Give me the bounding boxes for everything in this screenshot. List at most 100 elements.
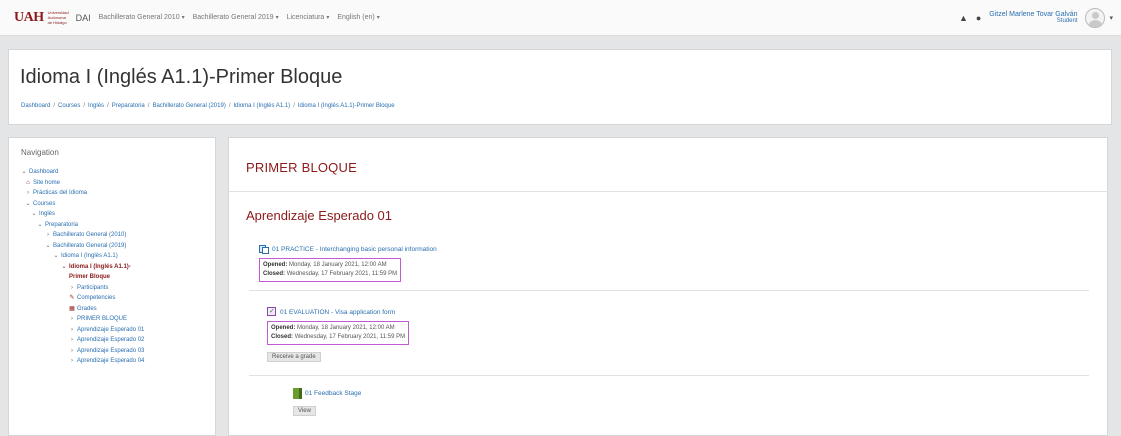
nav-label: Aprendizaje Esperado 02 <box>77 337 145 343</box>
breadcrumb-preparatoria[interactable]: Preparatoria <box>112 103 145 109</box>
breadcrumb-separator: / <box>147 103 150 109</box>
nav-label: Courses <box>33 200 56 207</box>
nav-label: Inglés <box>39 211 56 217</box>
chevron-right-icon: › <box>47 232 49 238</box>
menu-licenciatura[interactable]: Licenciatura ▾ <box>287 14 330 21</box>
menu-language[interactable]: English (en) ▾ <box>337 14 379 21</box>
page-header: Idioma I (Inglés A1.1)-Primer Bloque Das… <box>8 49 1112 125</box>
activity-evaluation-link[interactable]: ✓ 01 EVALUATION - Visa application form <box>267 307 409 317</box>
activity-feedback: 01 Feedback Stage View <box>293 388 361 417</box>
chevron-down-icon: ⌄ <box>31 211 37 217</box>
user-name: Gitzel Marlene Tovar Galván <box>989 11 1078 18</box>
university-logo[interactable]: UAH <box>14 10 44 26</box>
site-name[interactable]: DAI <box>76 13 91 23</box>
chevron-down-icon: ⌄ <box>45 242 51 249</box>
opened-label: Opened: <box>263 262 288 268</box>
nav-label: Dashboard <box>29 169 59 175</box>
activity-practice-link[interactable]: 01 PRACTICE - Interchanging basic person… <box>259 244 437 254</box>
nav-label: Preparatoria <box>45 221 79 228</box>
opened-date-row: Opened: Monday, 18 January 2021, 12:00 A… <box>271 324 405 333</box>
caret-down-icon: ▾ <box>326 15 330 21</box>
opened-date-row: Opened: Monday, 18 January 2021, 12:00 A… <box>263 261 397 270</box>
chevron-down-icon: ⌄ <box>53 253 59 259</box>
caret-down-icon: ▾ <box>181 15 185 21</box>
nav-label: Idioma I (Inglés A1.1)- <box>69 263 131 270</box>
nav-item-idioma[interactable]: ⌄ Idioma I (Inglés A1.1) <box>21 251 144 262</box>
nav-item-participants[interactable]: › Participants <box>21 283 144 294</box>
activity-title: 01 EVALUATION - Visa application form <box>280 308 396 316</box>
nav-item-practicas[interactable]: › Prácticas del Idioma <box>21 188 144 199</box>
user-role: Student <box>1056 18 1078 24</box>
receive-grade-button[interactable]: Receive a grade <box>267 352 321 362</box>
nav-label: Participants <box>77 284 109 291</box>
breadcrumb-dashboard[interactable]: Dashboard <box>21 103 50 109</box>
book-icon <box>293 388 302 399</box>
closed-label: Closed: <box>271 334 294 340</box>
nav-item-bachillerato-2019[interactable]: ⌄ Bachillerato General (2019) <box>21 241 144 252</box>
activity-evaluation: ✓ 01 EVALUATION - Visa application form … <box>267 307 410 363</box>
course-content: PRIMER BLOQUE Aprendizaje Esperado 01 01… <box>228 137 1109 436</box>
nav-item-competencies[interactable]: ✎ Competencies <box>21 293 144 304</box>
breadcrumb-courses[interactable]: Courses <box>58 103 80 109</box>
closed-value: Wednesday, 17 February 2021, 11:59 PM <box>294 334 406 340</box>
menu-bachillerato-2019[interactable]: Bachillerato General 2019 ▾ <box>193 14 279 21</box>
brand[interactable]: UAH Universidad Autónoma de Hidalgo DAI <box>14 10 91 26</box>
user-menu[interactable]: Gitzel Marlene Tovar Galván Student <box>989 11 1077 24</box>
opened-value: Monday, 18 January 2021, 12:00 AM <box>297 325 395 331</box>
nav-label: Site home <box>33 179 61 186</box>
nav-label: Idioma I (Inglés A1.1) <box>61 253 118 259</box>
notifications-icon[interactable]: ▲ <box>959 13 968 23</box>
nav-label: Primer Bloque <box>69 274 111 280</box>
chevron-right-icon: › <box>71 347 73 354</box>
nav-item-bachillerato-2010[interactable]: › Bachillerato General (2010) <box>21 230 144 241</box>
opened-value: Monday, 18 January 2021, 12:00 AM <box>289 262 387 268</box>
nav-item-primer-bloque[interactable]: › PRIMER BLOQUE <box>21 314 144 325</box>
nav-item-dashboard[interactable]: ⌄ Dashboard <box>21 167 144 178</box>
chevron-down-icon: ⌄ <box>25 200 31 207</box>
activity-dates-box: Opened: Monday, 18 January 2021, 12:00 A… <box>267 321 410 345</box>
activity-feedback-link[interactable]: 01 Feedback Stage <box>293 388 361 399</box>
nav-item-aprendizaje-03[interactable]: › Aprendizaje Esperado 03 <box>21 346 144 357</box>
menu-bachillerato-2010[interactable]: Bachillerato General 2010 ▾ <box>99 14 185 21</box>
assignment-icon <box>259 244 269 254</box>
nav-item-preparatoria[interactable]: ⌄ Preparatoria <box>21 220 144 231</box>
quiz-icon-check: ✓ <box>269 308 275 315</box>
chevron-right-icon: › <box>27 190 29 196</box>
breadcrumb-ingles[interactable]: Inglés <box>88 103 104 109</box>
nav-item-grades[interactable]: ▦ Grades <box>21 304 144 315</box>
nav-item-current-course-cont[interactable]: Primer Bloque <box>21 272 144 283</box>
menu-label: English (en) <box>337 14 375 21</box>
chevron-down-icon: ⌄ <box>61 263 67 270</box>
closed-date-row: Closed: Wednesday, 17 February 2021, 11:… <box>263 270 397 279</box>
avatar-head <box>1092 11 1100 19</box>
navigation-block: Navigation ⌄ Dashboard ⌂ Site home › Prácti… <box>8 137 216 436</box>
nav-item-aprendizaje-01[interactable]: › Aprendizaje Esperado 01 <box>21 325 144 336</box>
view-button[interactable]: View <box>293 406 316 416</box>
avatar[interactable] <box>1085 7 1106 28</box>
top-navbar: UAH Universidad Autónoma de Hidalgo DAI … <box>0 0 1121 36</box>
nav-item-ingles[interactable]: ⌄ Inglés <box>21 209 144 220</box>
menu-label: Bachillerato General 2010 <box>98 14 180 21</box>
nav-item-courses[interactable]: ⌄ Courses <box>21 199 144 210</box>
messages-icon[interactable]: ● <box>976 13 981 23</box>
breadcrumb-current-course[interactable]: Idioma I (Inglés A1.1)-Primer Bloque <box>298 103 395 109</box>
closed-date-row: Closed: Wednesday, 17 February 2021, 11:… <box>271 333 405 342</box>
breadcrumb-bachillerato-2019[interactable]: Bachillerato General (2019) <box>152 103 225 109</box>
closed-label: Closed: <box>263 271 286 277</box>
breadcrumb-separator: / <box>83 103 86 109</box>
chevron-right-icon: › <box>71 358 73 364</box>
breadcrumb-idioma[interactable]: Idioma I (Inglés A1.1) <box>233 103 290 109</box>
nav-label: Grades <box>77 305 97 312</box>
home-icon: ⌂ <box>26 179 30 186</box>
activity-divider <box>249 290 1089 291</box>
chevron-right-icon: › <box>71 337 73 343</box>
nav-item-site-home[interactable]: ⌂ Site home <box>21 178 144 189</box>
nav-item-aprendizaje-04[interactable]: › Aprendizaje Esperado 04 <box>21 356 144 367</box>
user-menu-caret-icon[interactable]: ▾ <box>1109 14 1113 22</box>
nav-item-aprendizaje-02[interactable]: › Aprendizaje Esperado 02 <box>21 335 144 346</box>
nav-item-current-course[interactable]: ⌄ Idioma I (Inglés A1.1)- <box>21 262 144 273</box>
nav-label: Aprendizaje Esperado 04 <box>77 358 145 364</box>
chevron-down-icon: ⌄ <box>37 221 43 228</box>
nav-label: Aprendizaje Esperado 01 <box>77 326 145 333</box>
breadcrumb-separator: / <box>53 103 56 109</box>
